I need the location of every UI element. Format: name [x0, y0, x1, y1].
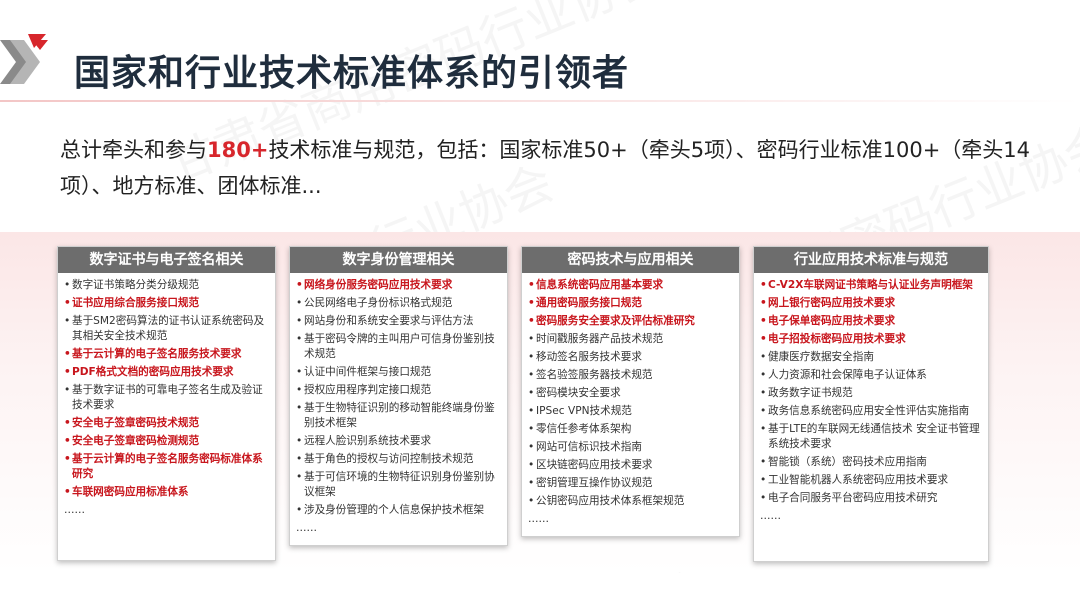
list-item: 基于数字证书的可靠电子签名生成及验证技术要求 [64, 383, 269, 413]
list-item: 政务数字证书规范 [760, 386, 982, 401]
list-item: 智能锁（系统）密码技术应用指南 [760, 455, 982, 470]
list-item: PDF格式文档的密码应用技术要求 [64, 365, 269, 380]
list-item: 区块链密码应用技术要求 [528, 458, 733, 473]
column-list: C-V2X车联网证书策略与认证业务声明框架网上银行密码应用技术要求电子保单密码应… [754, 273, 988, 506]
column-digital-identity: 数字身份管理相关 网络身份服务密码应用技术要求公民网络电子身份标识格式规范网站身… [289, 246, 508, 546]
list-item: 授权应用程序判定接口规范 [296, 383, 501, 398]
list-item: C-V2X车联网证书策略与认证业务声明框架 [760, 278, 982, 293]
column-more: ...... [64, 503, 85, 516]
list-item: 基于密码令牌的主叫用户可信身份鉴别技术规范 [296, 332, 501, 362]
list-item: 涉及身份管理的个人信息保护技术框架 [296, 503, 501, 518]
list-item: 车联网密码应用标准体系 [64, 485, 269, 500]
list-item: 电子合同服务平台密码应用技术研究 [760, 491, 982, 506]
column-header: 行业应用技术标准与规范 [754, 247, 988, 273]
column-digital-certificate: 数字证书与电子签名相关 数字证书策略分类分级规范证书应用综合服务接口规范基于SM… [57, 246, 276, 561]
list-item: 认证中间件框架与接口规范 [296, 365, 501, 380]
list-item: 密码模块安全要求 [528, 386, 733, 401]
list-item: 密钥管理互操作协议规范 [528, 476, 733, 491]
page-title: 国家和行业技术标准体系的引领者 [74, 53, 630, 94]
list-item: 签名验签服务器技术规范 [528, 368, 733, 383]
column-more: ...... [760, 509, 781, 522]
title-divider [0, 100, 1080, 102]
list-item: 远程人脸识别系统技术要求 [296, 434, 501, 449]
list-item: 证书应用综合服务接口规范 [64, 296, 269, 311]
list-item: 基于SM2密码算法的证书认证系统密码及其相关安全技术规范 [64, 314, 269, 344]
column-industry-application: 行业应用技术标准与规范 C-V2X车联网证书策略与认证业务声明框架网上银行密码应… [753, 246, 989, 562]
list-item: 网络身份服务密码应用技术要求 [296, 278, 501, 293]
list-item: 移动签名服务技术要求 [528, 350, 733, 365]
column-list: 信息系统密码应用基本要求通用密码服务接口规范密码服务安全要求及评估标准研究时间戳… [522, 273, 739, 509]
list-item: 基于可信环境的生物特征识别身份鉴别协议框架 [296, 470, 501, 500]
list-item: 公钥密码应用技术体系框架规范 [528, 494, 733, 509]
summary-prefix: 总计牵头和参与 [60, 138, 207, 162]
list-item: 密码服务安全要求及评估标准研究 [528, 314, 733, 329]
list-item: 零信任参考体系架构 [528, 422, 733, 437]
list-item: 通用密码服务接口规范 [528, 296, 733, 311]
list-item: 网站身份和系统安全要求与评估方法 [296, 314, 501, 329]
list-item: 时间戳服务器产品技术规范 [528, 332, 733, 347]
column-more: ...... [528, 512, 549, 525]
list-item: IPSec VPN技术规范 [528, 404, 733, 419]
summary-highlight: 180+ [207, 138, 269, 162]
column-crypto-tech: 密码技术与应用相关 信息系统密码应用基本要求通用密码服务接口规范密码服务安全要求… [521, 246, 740, 537]
list-item: 人力资源和社会保障电子认证体系 [760, 368, 982, 383]
list-item: 基于云计算的电子签名服务技术要求 [64, 347, 269, 362]
list-item: 网站可信标识技术指南 [528, 440, 733, 455]
list-item: 基于生物特征识别的移动智能终端身份鉴别技术框架 [296, 401, 501, 431]
list-item: 安全电子签章密码技术规范 [64, 416, 269, 431]
list-item: 政务信息系统密码应用安全性评估实施指南 [760, 404, 982, 419]
column-list: 网络身份服务密码应用技术要求公民网络电子身份标识格式规范网站身份和系统安全要求与… [290, 273, 507, 518]
list-item: 基于LTE的车联网无线通信技术 安全证书管理系统技术要求 [760, 422, 982, 452]
column-list: 数字证书策略分类分级规范证书应用综合服务接口规范基于SM2密码算法的证书认证系统… [58, 273, 275, 500]
column-header: 密码技术与应用相关 [522, 247, 739, 273]
list-item: 健康医疗数据安全指南 [760, 350, 982, 365]
list-item: 安全电子签章密码检测规范 [64, 434, 269, 449]
list-item: 工业智能机器人系统密码应用技术要求 [760, 473, 982, 488]
column-header: 数字身份管理相关 [290, 247, 507, 273]
logo-icon [0, 34, 48, 84]
list-item: 基于云计算的电子签名服务密码标准体系研究 [64, 452, 269, 482]
list-item: 网上银行密码应用技术要求 [760, 296, 982, 311]
list-item: 数字证书策略分类分级规范 [64, 278, 269, 293]
summary-text: 总计牵头和参与180+技术标准与规范，包括：国家标准50+（牵头5项）、密码行业… [60, 132, 1040, 204]
list-item: 公民网络电子身份标识格式规范 [296, 296, 501, 311]
list-item: 电子招投标密码应用技术要求 [760, 332, 982, 347]
list-item: 信息系统密码应用基本要求 [528, 278, 733, 293]
list-item: 电子保单密码应用技术要求 [760, 314, 982, 329]
column-more: ...... [296, 521, 317, 534]
column-header: 数字证书与电子签名相关 [58, 247, 275, 273]
list-item: 基于角色的授权与访问控制技术规范 [296, 452, 501, 467]
